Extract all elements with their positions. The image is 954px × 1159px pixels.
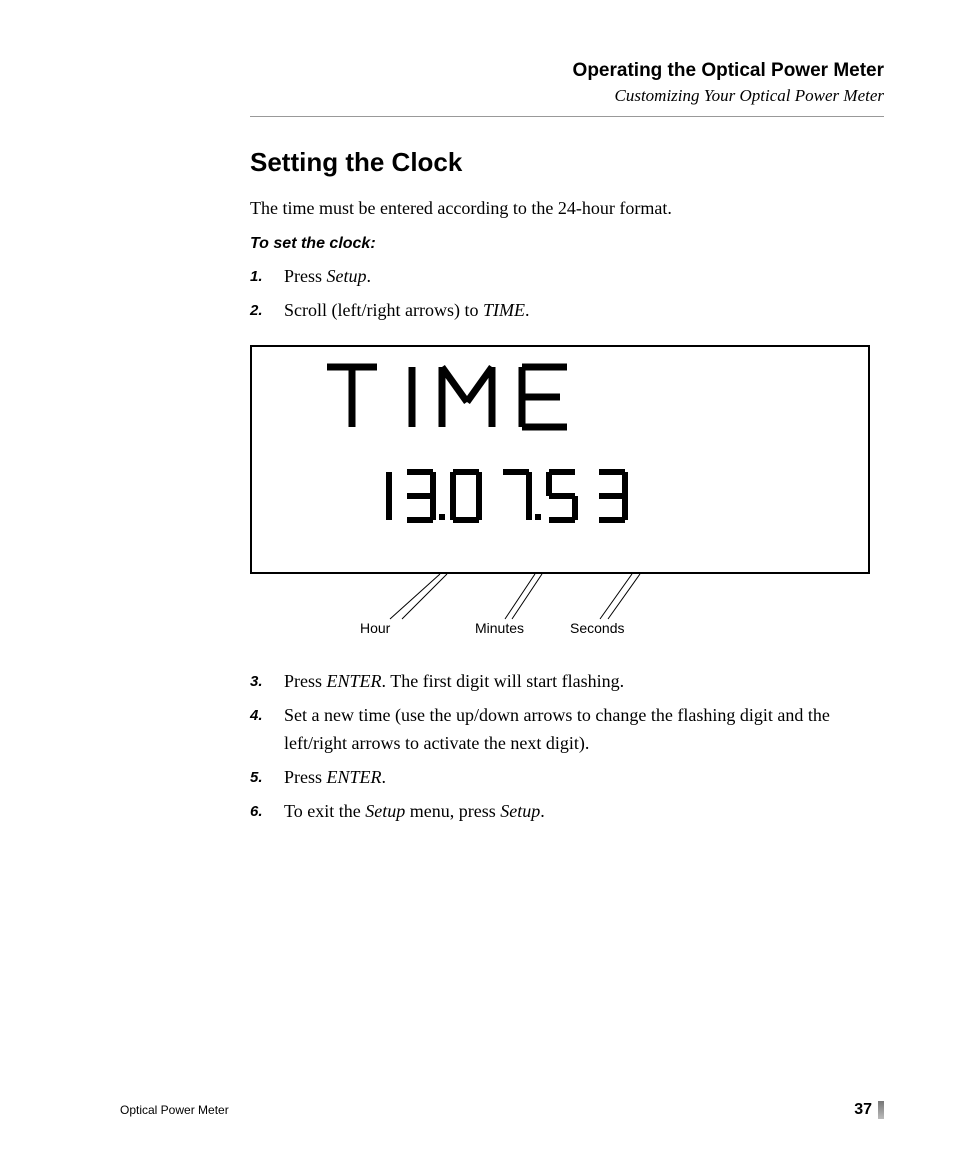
page-header: Operating the Optical Power Meter Custom… xyxy=(70,60,884,106)
step-4: Set a new time (use the up/down arrows t… xyxy=(250,702,884,758)
chapter-subtitle: Customizing Your Optical Power Meter xyxy=(250,86,884,106)
callout-hour: Hour xyxy=(360,620,390,636)
intro-paragraph: The time must be entered according to th… xyxy=(250,196,884,221)
manual-page: Operating the Optical Power Meter Custom… xyxy=(0,0,954,1159)
header-rule xyxy=(250,116,884,117)
footer-accent-icon xyxy=(878,1101,884,1119)
callout-minutes: Minutes xyxy=(475,620,524,636)
page-number: 37 xyxy=(854,1101,872,1119)
page-content: Setting the Clock The time must be enter… xyxy=(70,147,884,825)
step-5: Press ENTER. xyxy=(250,764,884,792)
lcd-display xyxy=(250,345,870,574)
step-3: Press ENTER. The first digit will start … xyxy=(250,668,884,696)
footer-product: Optical Power Meter xyxy=(70,1103,229,1117)
lcd-svg xyxy=(322,357,742,537)
step-6: To exit the Setup menu, press Setup. xyxy=(250,798,884,826)
page-footer: Optical Power Meter 37 xyxy=(70,1101,884,1119)
figure: Hour Minutes Seconds xyxy=(250,345,884,644)
steps-list-a: Press Setup. Scroll (left/right arrows) … xyxy=(250,263,884,325)
steps-list-b: Press ENTER. The first digit will start … xyxy=(250,668,884,825)
callout-seconds: Seconds xyxy=(570,620,624,636)
step-2: Scroll (left/right arrows) to TIME. xyxy=(250,297,884,325)
section-title: Setting the Clock xyxy=(250,147,884,178)
figure-callouts: Hour Minutes Seconds xyxy=(250,574,870,644)
chapter-title: Operating the Optical Power Meter xyxy=(250,60,884,82)
procedure-heading: To set the clock: xyxy=(250,235,884,253)
step-1: Press Setup. xyxy=(250,263,884,291)
callout-lines xyxy=(250,574,870,629)
